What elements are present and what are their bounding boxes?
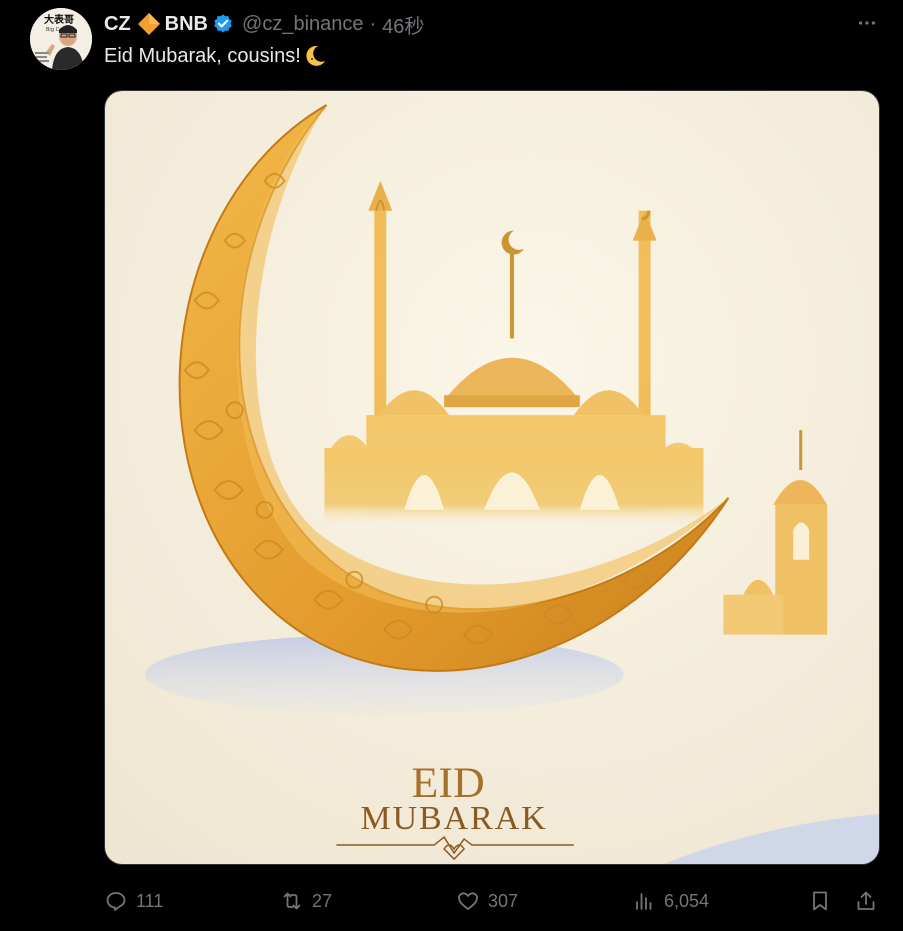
- reply-button[interactable]: 111: [104, 884, 163, 918]
- views-button[interactable]: 6,054: [632, 884, 709, 918]
- tweet-image[interactable]: EID MUBARAK: [104, 90, 880, 865]
- tweet-text: Eid Mubarak, cousins!: [104, 44, 327, 68]
- tweet: 大表哥 Big Cousin CZ BNB @cz_binance · 46秒: [0, 0, 903, 931]
- heart-icon: [458, 892, 478, 910]
- header-separator: ·: [369, 12, 377, 35]
- like-count: 307: [488, 890, 519, 911]
- tweet-header: CZ BNB @cz_binance · 46秒: [104, 10, 424, 38]
- author-name[interactable]: CZ: [104, 13, 131, 36]
- tweet-actions: 111 27 307 6,054: [104, 884, 880, 918]
- views-icon: [636, 893, 652, 910]
- verified-icon: [214, 14, 232, 33]
- tweet-timestamp[interactable]: 46秒: [382, 10, 424, 39]
- bookmark-button[interactable]: [808, 884, 832, 918]
- like-button[interactable]: 307: [456, 884, 518, 918]
- tweet-text-body: Eid Mubarak, cousins!: [104, 44, 301, 67]
- repost-count: 27: [312, 890, 333, 911]
- repost-icon: [283, 892, 301, 910]
- reply-icon: [106, 892, 126, 911]
- author-affiliation[interactable]: BNB: [165, 13, 208, 36]
- avatar-caption: 大表哥: [44, 13, 74, 26]
- share-icon: [857, 891, 875, 910]
- crescent-moon-emoji: [306, 45, 325, 66]
- repost-button[interactable]: 27: [280, 884, 332, 918]
- bnb-diamond-icon: [137, 13, 160, 35]
- bookmark-icon: [813, 891, 827, 911]
- avatar-image: 大表哥 Big Cousin: [30, 8, 92, 70]
- view-count: 6,054: [664, 890, 710, 911]
- author-handle[interactable]: @cz_binance: [242, 13, 363, 36]
- reply-count: 111: [136, 890, 164, 911]
- more-icon[interactable]: [850, 12, 884, 34]
- image-title-mubarak: MUBARAK: [360, 800, 547, 837]
- share-button[interactable]: [854, 884, 878, 918]
- avatar[interactable]: 大表哥 Big Cousin: [30, 8, 92, 70]
- eid-mubarak-illustration: EID MUBARAK: [105, 91, 879, 864]
